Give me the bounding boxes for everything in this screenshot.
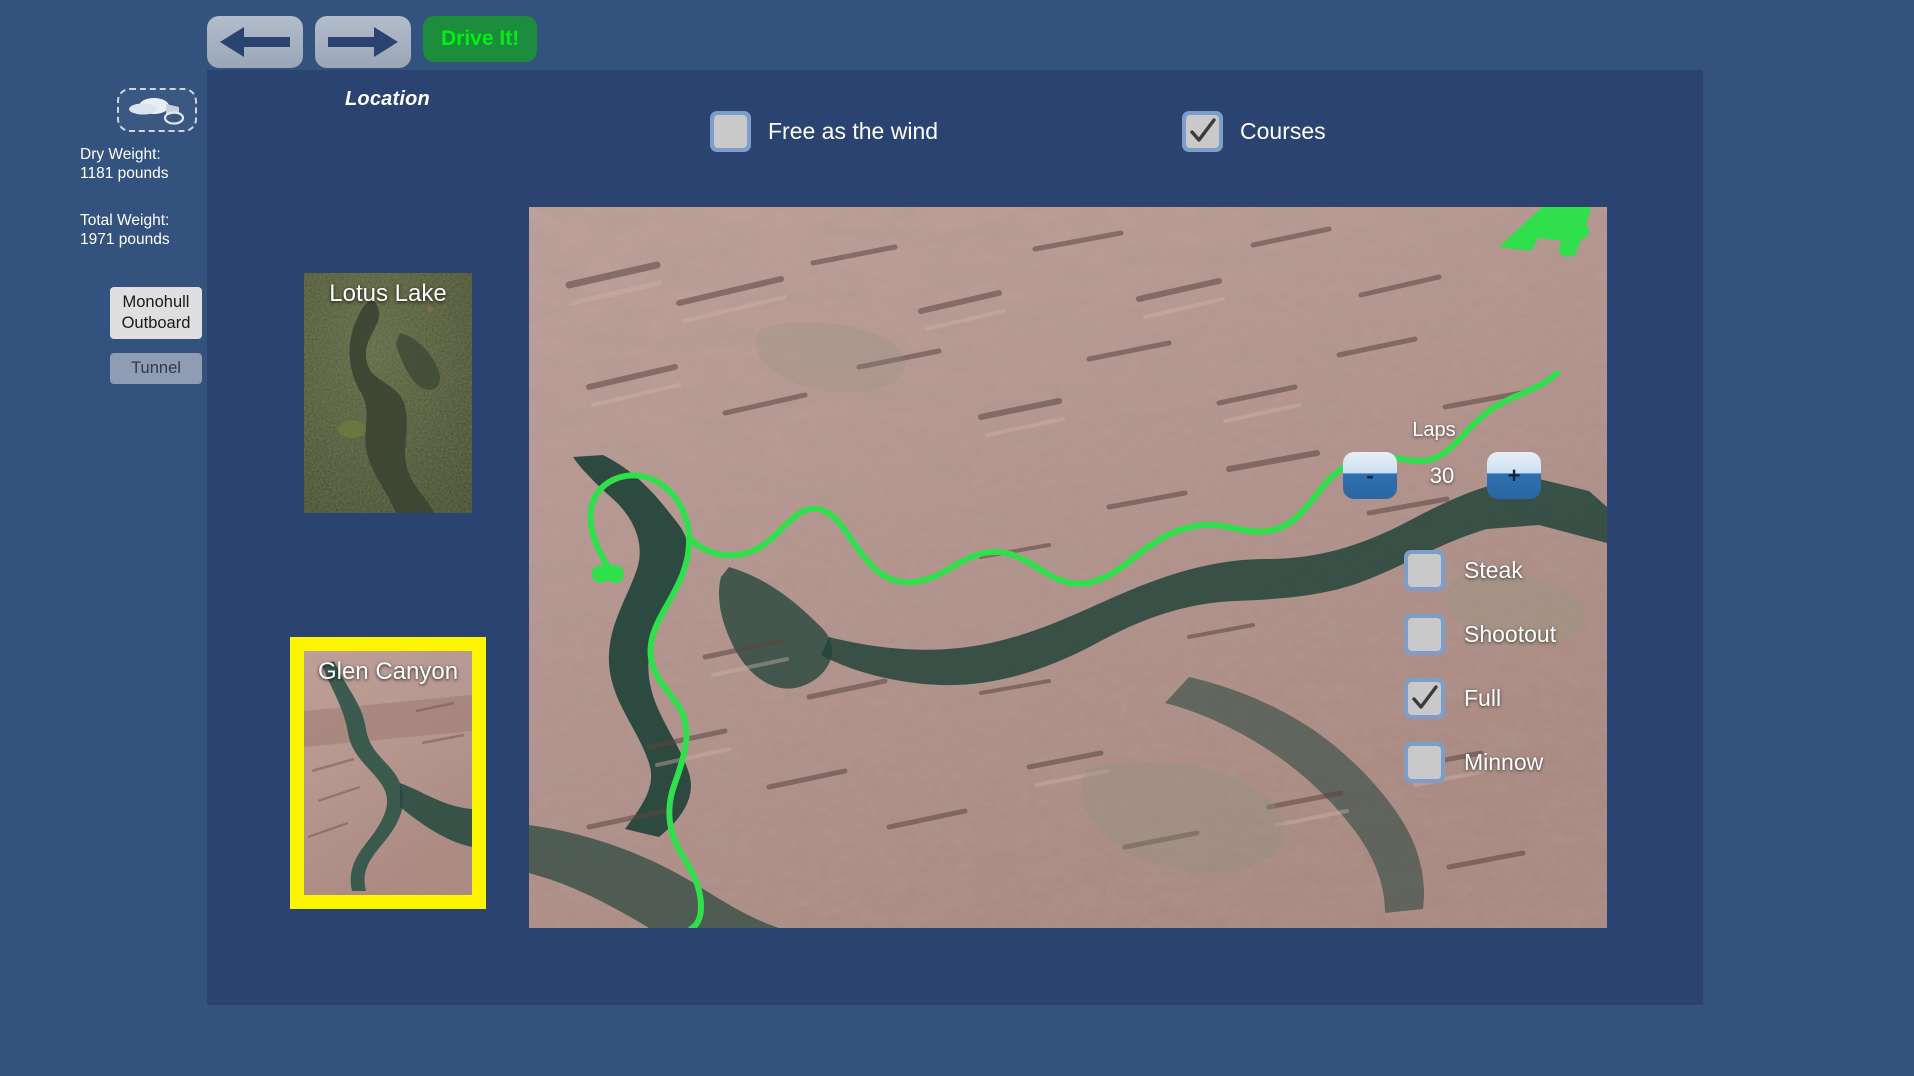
race-type-list: Steak Shootout Full Minnow: [1404, 538, 1556, 794]
race-type-steak-label: Steak: [1464, 556, 1523, 583]
top-toolbar: Drive It!: [207, 16, 538, 72]
checkbox-steak[interactable]: [1404, 549, 1445, 591]
dry-weight-label: Dry Weight:: [80, 146, 161, 163]
checkbox-courses[interactable]: [1182, 111, 1223, 152]
laps-decrease-button[interactable]: -: [1343, 452, 1397, 499]
race-type-minnow[interactable]: Minnow: [1404, 730, 1556, 794]
checkbox-shootout[interactable]: [1404, 613, 1445, 655]
checkbox-full[interactable]: [1404, 677, 1445, 719]
checkbox-minnow[interactable]: [1404, 741, 1445, 783]
race-type-shootout[interactable]: Shootout: [1404, 602, 1556, 666]
laps-value: 30: [1429, 462, 1455, 488]
boat-info-sidebar: Dry Weight: 1181 pounds Total Weight: 19…: [0, 0, 207, 1076]
total-weight-value: 1971 pounds: [80, 231, 170, 248]
race-type-full[interactable]: Full: [1404, 666, 1556, 730]
boat-thumbnail-icon: [129, 98, 185, 125]
checkbox-free-as-the-wind[interactable]: [710, 111, 751, 152]
race-type-shootout-label: Shootout: [1464, 620, 1557, 647]
total-weight-label: Total Weight:: [80, 212, 170, 229]
laps-increase-button[interactable]: +: [1487, 452, 1541, 499]
dry-weight-value: 1181 pounds: [80, 165, 169, 182]
mode-courses[interactable]: Courses: [1182, 111, 1326, 152]
back-button[interactable]: [207, 16, 303, 68]
hull-button-tunnel[interactable]: Tunnel: [110, 353, 202, 384]
drive-it-button[interactable]: Drive It!: [423, 16, 538, 62]
check-icon: [1412, 684, 1438, 709]
boat-thumbnail[interactable]: [117, 88, 197, 132]
glen-canyon-aerial-image: [304, 651, 472, 895]
location-thumb-glen-canyon[interactable]: Glen Canyon: [290, 637, 486, 909]
race-type-minnow-label: Minnow: [1464, 748, 1544, 775]
laps-control: Laps - 30 +: [1343, 419, 1541, 499]
dry-weight-readout: Dry Weight: 1181 pounds: [80, 145, 169, 183]
course-gate-markers: [592, 223, 1589, 583]
mode-courses-label: Courses: [1240, 118, 1326, 144]
hull-button-monohull-outboard[interactable]: Monohull Outboard: [110, 287, 202, 339]
total-weight-readout: Total Weight: 1971 pounds: [80, 211, 170, 249]
mode-free-as-the-wind-label: Free as the wind: [768, 118, 939, 144]
location-thumb-lotus-lake[interactable]: Lotus Lake: [304, 273, 472, 513]
check-icon: [1190, 118, 1216, 142]
mode-free-as-the-wind[interactable]: Free as the wind: [710, 111, 938, 152]
race-type-steak[interactable]: Steak: [1404, 538, 1556, 602]
laps-label: Laps: [1412, 419, 1456, 441]
forward-button[interactable]: [315, 16, 411, 68]
laps-increase-label: +: [1507, 462, 1521, 488]
lotus-lake-aerial-image: [304, 273, 472, 513]
race-type-full-label: Full: [1464, 684, 1502, 711]
arrow-right-icon: [328, 27, 398, 57]
panel-section-label: Location: [345, 88, 430, 110]
arrow-left-icon: [220, 27, 290, 57]
laps-decrease-label: -: [1366, 462, 1374, 488]
